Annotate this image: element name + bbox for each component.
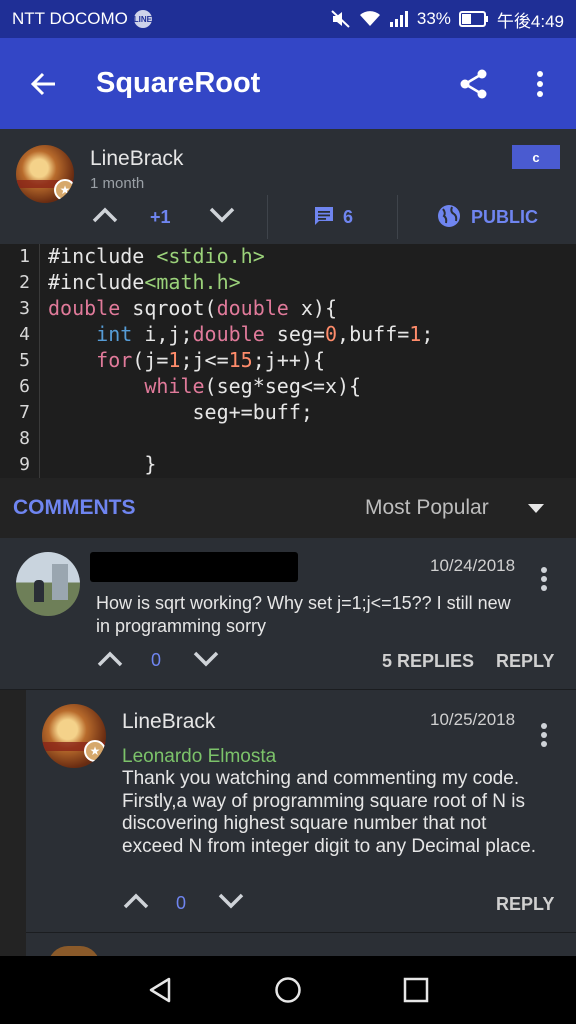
line-number: 7 xyxy=(19,402,30,423)
comments-header: COMMENTS Most Popular xyxy=(0,478,576,538)
reply-text: Thank you watching and commenting my cod… xyxy=(122,768,536,857)
status-bar: NTT DOCOMO LINE 33% 午後4:49 xyxy=(0,0,576,38)
battery-percent: 33% xyxy=(416,9,451,28)
code-viewer[interactable]: 1 2 3 4 5 6 7 8 9 #include <stdio.h> #in… xyxy=(0,244,576,478)
line-number: 6 xyxy=(19,376,30,397)
sort-dropdown[interactable]: Most Popular xyxy=(365,496,489,520)
nav-home-button[interactable] xyxy=(268,972,308,1008)
line-number: 3 xyxy=(19,298,30,319)
avatar-decoration xyxy=(34,580,44,602)
upvote-icon[interactable] xyxy=(90,203,120,227)
reply-author[interactable]: LineBrack xyxy=(122,710,215,734)
post-header: ★ LineBrack 1 month c +1 6 PUBLIC xyxy=(0,129,576,244)
code-line: } xyxy=(48,452,157,476)
comment: 10/24/2018 How is sqrt working? Why set … xyxy=(0,538,576,690)
nav-back-button[interactable] xyxy=(140,972,180,1008)
code-line: for(j=1;j<=15;j++){ xyxy=(96,348,325,372)
code-line: seg+=buff; xyxy=(48,400,313,424)
carrier-name: NTT DOCOMO xyxy=(12,9,128,28)
upvote-icon[interactable] xyxy=(122,890,150,912)
line-number: 9 xyxy=(19,454,30,475)
reply-button[interactable]: REPLY xyxy=(496,651,554,672)
carrier-group: NTT DOCOMO LINE xyxy=(12,9,152,29)
upvote-icon[interactable] xyxy=(96,648,124,670)
triangle-back-icon xyxy=(149,977,171,1003)
status-icons: 33% 午後4:49 xyxy=(331,7,564,32)
globe-icon xyxy=(438,205,460,227)
line-number-gutter: 1 2 3 4 5 6 7 8 9 xyxy=(0,244,40,478)
divider xyxy=(267,195,268,239)
system-nav-bar xyxy=(0,956,576,1024)
share-icon xyxy=(460,69,487,99)
reply-button[interactable]: REPLY xyxy=(496,894,554,915)
comment-text: How is sqrt working? Why set j=1;j<=15??… xyxy=(96,593,511,636)
clock: 午後4:49 xyxy=(496,11,564,31)
reply-vote-count: 0 xyxy=(176,893,187,913)
post-author[interactable]: LineBrack xyxy=(90,147,183,171)
code-line: #include<math.h> xyxy=(48,270,241,294)
divider xyxy=(26,932,576,933)
star-badge-icon: ★ xyxy=(84,740,106,762)
code-line: double sqroot(double x){ xyxy=(48,296,337,320)
post-actions: +1 6 PUBLIC xyxy=(0,195,576,241)
post-vote-count: +1 xyxy=(150,207,171,227)
app-bar: SquareRoot xyxy=(0,38,576,129)
line-number: 1 xyxy=(19,246,30,267)
avatar-decoration xyxy=(52,564,68,600)
back-arrow-icon xyxy=(30,72,55,95)
thread-rail xyxy=(0,690,26,960)
back-button[interactable] xyxy=(8,38,78,129)
share-button[interactable] xyxy=(452,62,496,106)
more-options-button[interactable] xyxy=(518,62,562,106)
visibility-label[interactable]: PUBLIC xyxy=(471,207,538,228)
commenter-avatar[interactable] xyxy=(16,552,80,616)
downvote-icon[interactable] xyxy=(217,890,245,912)
line-app-icon: LINE xyxy=(134,10,152,28)
downvote-icon[interactable] xyxy=(192,648,220,670)
comment-date: 10/24/2018 xyxy=(430,556,516,575)
divider xyxy=(397,195,398,239)
code-line: #include <stdio.h> xyxy=(48,244,265,268)
reply-date: 10/25/2018 xyxy=(430,710,516,729)
nav-recents-button[interactable] xyxy=(396,972,436,1008)
comments-label: COMMENTS xyxy=(13,496,136,519)
language-badge: c xyxy=(512,145,560,169)
comment-more-icon[interactable] xyxy=(540,566,548,592)
replies-button[interactable]: 5 REPLIES xyxy=(382,651,474,672)
reply-author-avatar[interactable]: ★ xyxy=(42,704,106,768)
comment-count[interactable]: 6 xyxy=(343,207,353,228)
line-number: 4 xyxy=(19,324,30,345)
redacted-username xyxy=(90,552,298,582)
line-number: 2 xyxy=(19,272,30,293)
line-number: 5 xyxy=(19,350,30,371)
battery-icon xyxy=(458,11,488,27)
mute-icon xyxy=(331,10,350,28)
comment-icon[interactable] xyxy=(313,205,335,227)
signal-icon xyxy=(389,11,408,27)
line-number: 8 xyxy=(19,428,30,449)
more-vert-icon xyxy=(537,71,543,97)
wifi-icon xyxy=(359,11,380,26)
post-time: 1 month xyxy=(90,175,145,192)
reply-more-icon[interactable] xyxy=(540,722,548,748)
user-mention[interactable]: Leonardo Elmosta xyxy=(122,746,276,768)
reply-comment: ★ LineBrack 10/25/2018 Leonardo Elmosta … xyxy=(0,690,576,966)
comment-vote-count: 0 xyxy=(151,650,162,670)
code-line: while(seg*seg<=x){ xyxy=(144,374,362,398)
page-title: SquareRoot xyxy=(96,67,261,99)
downvote-icon[interactable] xyxy=(207,203,237,227)
circle-home-icon xyxy=(275,977,301,1003)
code-line: int i,j;double seg=0,buff=1; xyxy=(96,322,434,346)
dropdown-arrow-icon[interactable] xyxy=(528,504,544,513)
square-recents-icon xyxy=(403,977,429,1003)
